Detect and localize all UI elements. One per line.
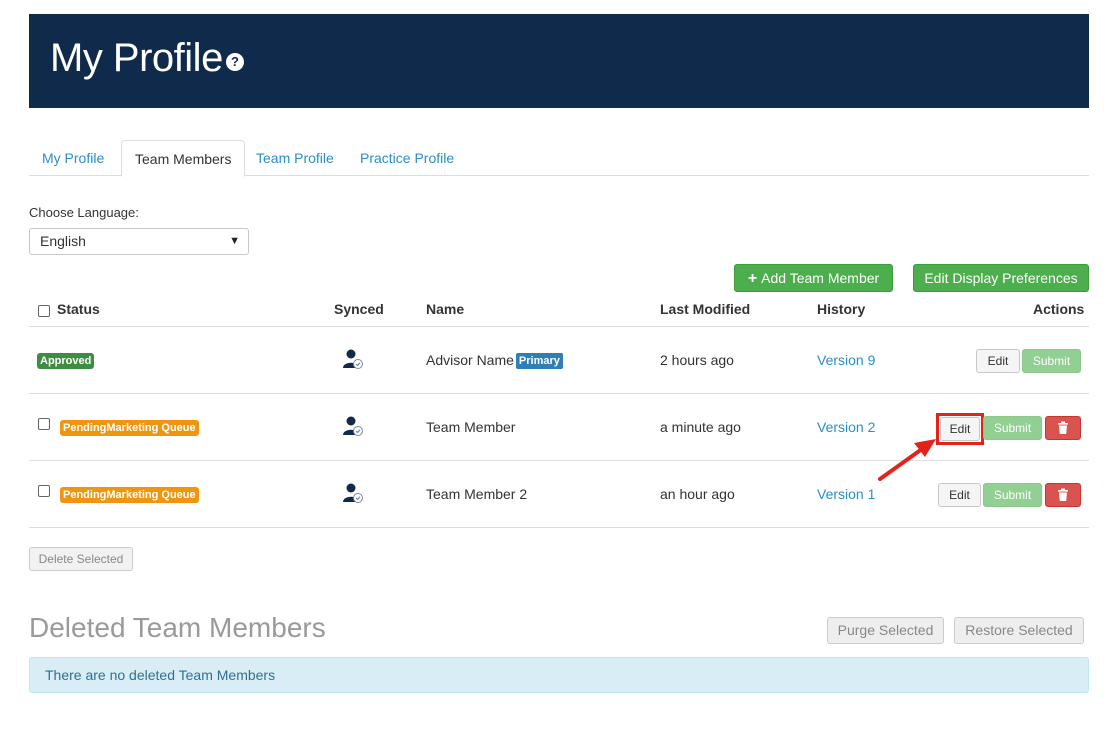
- submit-button[interactable]: Submit: [983, 416, 1042, 440]
- column-status: Status: [57, 301, 100, 317]
- table-header: Status Synced Name Last Modified History…: [29, 293, 1089, 327]
- language-select[interactable]: English ▼: [29, 228, 249, 255]
- delete-selected-button[interactable]: Delete Selected: [29, 547, 133, 571]
- delete-button[interactable]: [1045, 416, 1081, 440]
- deleted-section-title: Deleted Team Members: [29, 612, 326, 643]
- status-badge: PendingMarketing Queue: [60, 420, 199, 436]
- edit-button[interactable]: Edit: [976, 349, 1020, 373]
- language-selected-value: English: [40, 233, 86, 249]
- edit-button[interactable]: Edit: [938, 483, 981, 507]
- restore-selected-button[interactable]: Restore Selected: [954, 617, 1084, 644]
- row-checkbox[interactable]: [38, 485, 50, 497]
- history-version-link[interactable]: Version 9: [817, 352, 875, 368]
- profile-tabs: My Profile Team Members Team Profile Pra…: [29, 140, 1089, 177]
- table-row: Approved Advisor Name Primary 2 hours ago…: [29, 327, 1089, 394]
- language-label: Choose Language:: [29, 205, 139, 220]
- add-team-member-button[interactable]: + Add Team Member: [734, 264, 893, 292]
- status-badge: Approved: [37, 353, 95, 369]
- user-check-icon: [343, 483, 363, 503]
- primary-badge: Primary: [515, 353, 563, 369]
- row-checkbox[interactable]: [38, 418, 50, 430]
- tab-team-profile[interactable]: Team Profile: [243, 140, 347, 176]
- page-title: My Profile: [50, 36, 223, 80]
- tab-team-members[interactable]: Team Members: [121, 140, 246, 177]
- column-synced: Synced: [334, 301, 384, 317]
- help-icon[interactable]: ?: [226, 53, 244, 71]
- last-modified: a minute ago: [660, 419, 741, 435]
- purge-selected-button[interactable]: Purge Selected: [827, 617, 944, 644]
- column-actions: Actions: [1033, 301, 1085, 317]
- user-check-icon: [343, 416, 363, 436]
- red-arrow-icon: [878, 439, 936, 481]
- member-name: Advisor Name: [426, 352, 514, 368]
- history-version-link[interactable]: Version 1: [817, 486, 875, 502]
- select-all-checkbox[interactable]: [38, 305, 50, 317]
- member-name-cell: Advisor Name Primary: [426, 352, 563, 369]
- submit-button[interactable]: Submit: [1022, 349, 1081, 373]
- column-last-modified: Last Modified: [660, 301, 751, 317]
- submit-button[interactable]: Submit: [983, 483, 1042, 507]
- last-modified: an hour ago: [660, 486, 735, 502]
- edit-display-preferences-button[interactable]: Edit Display Preferences: [913, 264, 1089, 292]
- member-name: Team Member 2: [426, 486, 528, 502]
- plus-icon: +: [747, 270, 758, 287]
- member-name: Team Member: [426, 419, 516, 435]
- last-modified: 2 hours ago: [660, 352, 734, 368]
- column-name: Name: [426, 301, 465, 317]
- delete-button[interactable]: [1045, 483, 1081, 507]
- empty-state-message: There are no deleted Team Members: [29, 657, 1089, 693]
- status-badge: PendingMarketing Queue: [60, 487, 199, 503]
- trash-icon: [1058, 488, 1068, 501]
- page-header: My Profile ?: [29, 14, 1089, 108]
- column-history: History: [817, 301, 866, 317]
- tab-my-profile[interactable]: My Profile: [29, 140, 117, 176]
- tab-practice-profile[interactable]: Practice Profile: [347, 140, 467, 176]
- history-version-link[interactable]: Version 2: [817, 419, 875, 435]
- chevron-down-icon: ▼: [229, 235, 240, 247]
- add-team-member-label: Add Team Member: [761, 270, 880, 286]
- user-check-icon: [343, 349, 363, 369]
- trash-icon: [1058, 421, 1068, 434]
